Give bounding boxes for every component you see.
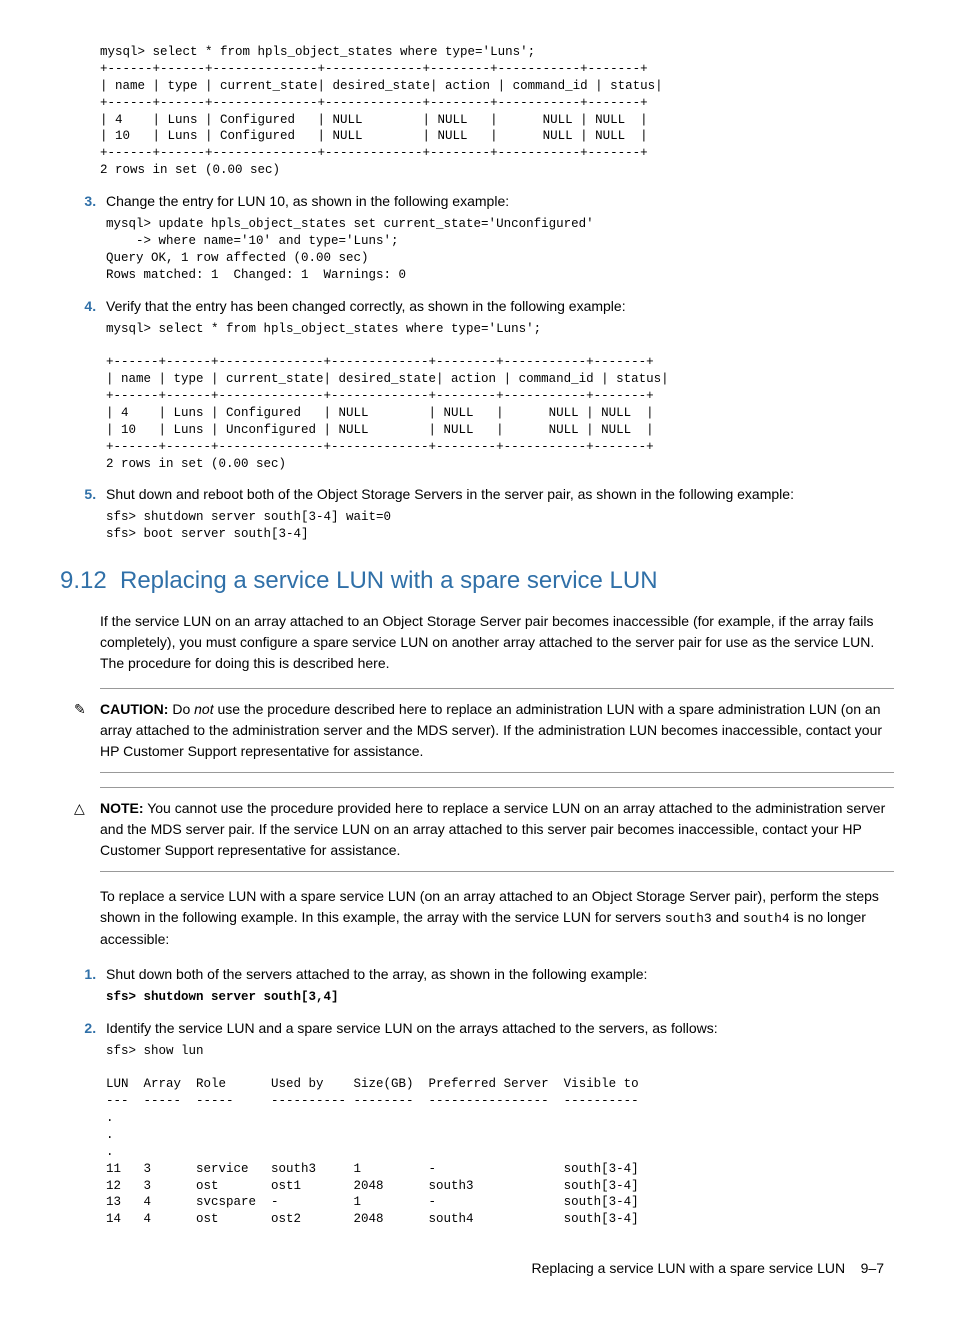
- section-heading: 9.12Replacing a service LUN with a spare…: [60, 563, 894, 599]
- note-label: NOTE:: [100, 800, 144, 816]
- step-3-text: Change the entry for LUN 10, as shown in…: [106, 193, 509, 209]
- step-5: Shut down and reboot both of the Object …: [100, 484, 894, 543]
- footer-page: 9–7: [861, 1260, 884, 1276]
- intro-paragraph: If the service LUN on an array attached …: [100, 611, 894, 674]
- proc-mono-1: south3: [665, 911, 712, 926]
- caution-text-end: use the procedure described here to repl…: [100, 701, 882, 759]
- caution-label: CAUTION:: [100, 701, 168, 717]
- note-text: You cannot use the procedure provided he…: [100, 800, 885, 858]
- step-2: Identify the service LUN and a spare ser…: [100, 1018, 894, 1229]
- code-block-5: sfs> shutdown server south[3,4]: [106, 989, 894, 1006]
- proc-text-2: and: [712, 909, 743, 925]
- note-admonition: △ NOTE: You cannot use the procedure pro…: [100, 787, 894, 872]
- step-5-text: Shut down and reboot both of the Object …: [106, 486, 794, 502]
- note-icon: △: [74, 798, 85, 819]
- code-block-4: sfs> shutdown server south[3-4] wait=0 s…: [106, 509, 894, 543]
- code-block-2: mysql> update hpls_object_states set cur…: [106, 216, 894, 284]
- code-block-6: sfs> show lun LUN Array Role Used by Siz…: [106, 1043, 894, 1229]
- code-block-3: mysql> select * from hpls_object_states …: [106, 321, 894, 473]
- step-4: Verify that the entry has been changed c…: [100, 296, 894, 473]
- step-3: Change the entry for LUN 10, as shown in…: [100, 191, 894, 284]
- code-block-1: mysql> select * from hpls_object_states …: [100, 44, 894, 179]
- proc-mono-2: south4: [743, 911, 790, 926]
- section-number: 9.12: [60, 563, 120, 599]
- step-1: Shut down both of the servers attached t…: [100, 964, 894, 1006]
- caution-not: not: [194, 701, 213, 717]
- step-2-text: Identify the service LUN and a spare ser…: [106, 1020, 718, 1036]
- caution-text-start: Do: [168, 701, 194, 717]
- section-title: Replacing a service LUN with a spare ser…: [120, 567, 658, 594]
- footer-text: Replacing a service LUN with a spare ser…: [532, 1260, 846, 1276]
- step-4-text: Verify that the entry has been changed c…: [106, 298, 626, 314]
- caution-admonition: ✎ CAUTION: Do not use the procedure desc…: [100, 688, 894, 773]
- page-footer: Replacing a service LUN with a spare ser…: [60, 1258, 894, 1279]
- caution-icon: ✎: [74, 699, 86, 720]
- procedure-intro: To replace a service LUN with a spare se…: [100, 886, 894, 950]
- step-1-text: Shut down both of the servers attached t…: [106, 966, 647, 982]
